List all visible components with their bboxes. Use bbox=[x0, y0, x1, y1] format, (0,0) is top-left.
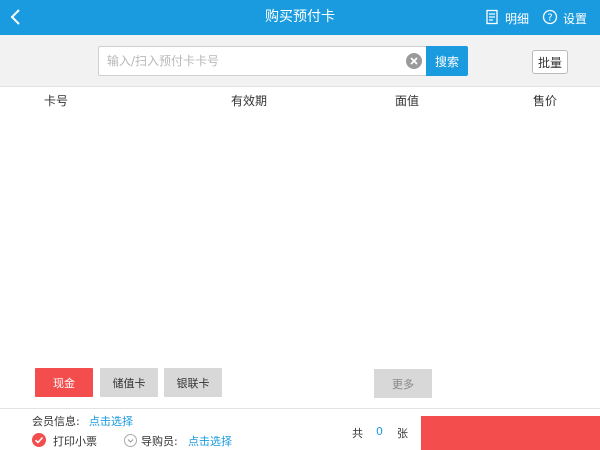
receipt-icon bbox=[484, 9, 500, 28]
more-button[interactable]: 更多 bbox=[374, 369, 432, 398]
total-prefix: 共 bbox=[352, 427, 363, 440]
clear-icon[interactable] bbox=[406, 53, 422, 69]
total-suffix: 张 bbox=[397, 427, 408, 440]
pay-stored-value-button[interactable]: 储值卡 bbox=[100, 368, 158, 397]
detail-button[interactable]: 明细 bbox=[484, 8, 529, 28]
column-expiry: 有效期 bbox=[231, 94, 268, 108]
member-select-link[interactable]: 点击选择 bbox=[89, 413, 133, 429]
guide-label: 导购员: bbox=[141, 435, 178, 448]
footer-bar: 会员信息: 点击选择 打印小票 导购员: 点击选择 共 0 张 bbox=[0, 408, 600, 450]
card-number-input[interactable] bbox=[107, 47, 397, 75]
search-box bbox=[98, 46, 426, 76]
pay-unionpay-button[interactable]: 银联卡 bbox=[164, 368, 222, 397]
member-label: 会员信息: bbox=[32, 415, 80, 428]
search-button[interactable]: 搜索 bbox=[426, 46, 468, 76]
detail-label: 明细 bbox=[505, 11, 530, 26]
help-circle-icon: ? bbox=[542, 9, 558, 28]
settings-label: 设置 bbox=[563, 11, 588, 26]
print-receipt-label: 打印小票 bbox=[53, 435, 97, 448]
settings-button[interactable]: ? 设置 bbox=[542, 8, 587, 28]
search-bar: 搜索 批量 bbox=[0, 35, 600, 87]
pay-cash-button[interactable]: 现金 bbox=[35, 368, 93, 397]
column-card-number: 卡号 bbox=[44, 94, 69, 108]
total-count: 0 bbox=[376, 425, 383, 438]
column-price: 售价 bbox=[533, 94, 558, 108]
table-header: 卡号 有效期 面值 售价 bbox=[0, 88, 600, 112]
column-face-value: 面值 bbox=[395, 94, 420, 108]
svg-text:?: ? bbox=[547, 12, 552, 23]
guide-select-link[interactable]: 点击选择 bbox=[188, 433, 232, 449]
check-circle-icon[interactable] bbox=[32, 433, 46, 447]
batch-button[interactable]: 批量 bbox=[532, 50, 568, 74]
title-bar: 购买预付卡 明细 ? 设置 bbox=[0, 0, 600, 35]
chevron-down-circle-icon[interactable] bbox=[124, 434, 137, 447]
checkout-button[interactable] bbox=[421, 416, 600, 450]
